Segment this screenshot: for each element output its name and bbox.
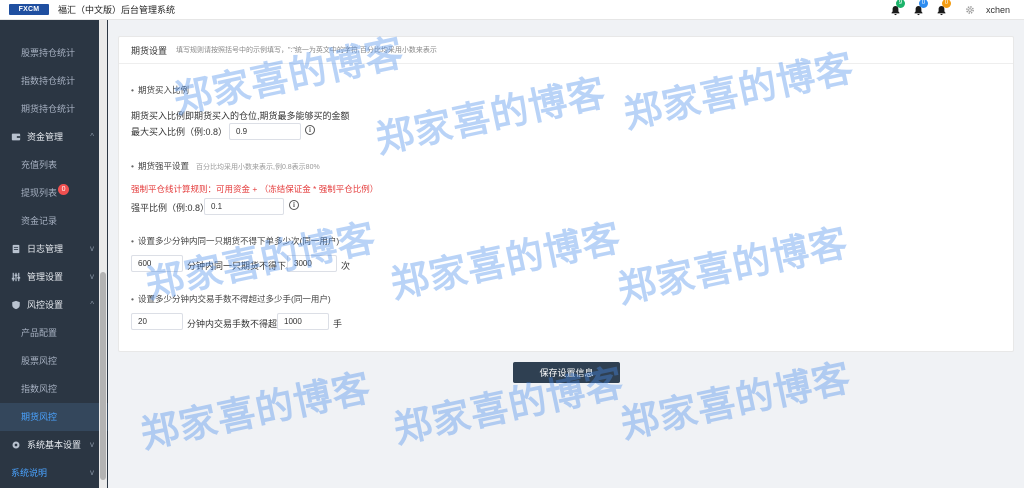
brand-logo: FXCM [9, 4, 49, 15]
sidebar-item-futures-positions[interactable]: 期货持仓统计 [0, 95, 108, 123]
order-limit-minutes-input[interactable] [131, 255, 183, 272]
sidebar-item-stock-risk[interactable]: 股票风控 [0, 347, 108, 375]
sidebar-item-label: 资金记录 [21, 216, 58, 226]
sidebar-item-label: 产品配置 [21, 328, 58, 338]
chevron-up-icon: ^ [90, 132, 94, 141]
notification-bell-2[interactable]: 0 [909, 0, 929, 20]
sidebar-item-label: 期货风控 [21, 412, 58, 422]
sidebar-scrollbar[interactable] [99, 20, 107, 488]
sidebar-group-label: 风控设置 [27, 300, 64, 310]
sidebar-item-label: 期货持仓统计 [21, 104, 76, 114]
sliders-icon [11, 272, 21, 282]
sidebar-scrollbar-thumb[interactable] [100, 272, 106, 480]
lot-limit-minutes-input[interactable] [131, 313, 183, 330]
sidebar-item-label: 指数持仓统计 [21, 76, 76, 86]
cog-icon [11, 440, 21, 450]
section-title: 期货买入比例 [137, 85, 189, 95]
section-buy-ratio: • 期货买入比例 [131, 85, 189, 95]
order-limit-count-input[interactable] [287, 255, 337, 272]
info-icon[interactable]: i [305, 125, 315, 135]
section-note: 百分比均采用小数来表示,例0.8表示80% [196, 164, 320, 171]
gear-icon [966, 6, 974, 14]
chevron-up-icon: ^ [90, 300, 94, 309]
chevron-down-icon: v [90, 468, 94, 477]
sidebar-item-label: 股票风控 [21, 356, 58, 366]
shield-icon [11, 300, 21, 310]
sidebar-group-system-settings[interactable]: 系统基本设置 v [0, 431, 108, 459]
notification-bell-1[interactable]: 9 [886, 0, 906, 20]
chevron-down-icon: v [90, 244, 94, 253]
chevron-down-icon: v [90, 272, 94, 281]
chevron-down-icon: v [90, 440, 94, 449]
notification-bell-3[interactable]: 0 [932, 0, 952, 20]
section-title: 设置多少分钟内同一只期货不得下单多少次(同一用户) [137, 236, 340, 246]
sidebar-item-deposits[interactable]: 充值列表 [0, 151, 108, 179]
sidebar-scroll-offset [0, 20, 108, 39]
section-force-close: • 期货强平设置 百分比均采用小数来表示,例0.8表示80% [131, 161, 320, 171]
info-icon[interactable]: i [289, 200, 299, 210]
sidebar-item-label: 充值列表 [21, 160, 58, 170]
buy-ratio-label: 最大买入比例（例:0.8） [131, 127, 228, 137]
sidebar-group-logs[interactable]: 日志管理 v [0, 235, 108, 263]
app-title: 福汇（中文版）后台管理系统 [58, 5, 176, 15]
buy-ratio-description: 期货买入比例即期货买入的仓位,期货最多能够买的金额 [131, 111, 350, 121]
sidebar: 股票持仓统计 指数持仓统计 期货持仓统计 资金管理 ^ 充值列表 提现列表 0 资… [0, 20, 108, 488]
section-title: 设置多少分钟内交易手数不得超过多少手(同一用户) [137, 294, 331, 304]
notification-badge: 9 [895, 0, 905, 8]
sidebar-item-product-config[interactable]: 产品配置 [0, 319, 108, 347]
section-order-limit: • 设置多少分钟内同一只期货不得下单多少次(同一用户) [131, 236, 340, 246]
log-icon [11, 244, 21, 254]
sidebar-item-label: 股票持仓统计 [21, 48, 76, 58]
sidebar-item-index-positions[interactable]: 指数持仓统计 [0, 67, 108, 95]
force-close-label: 强平比例（例:0.8） [131, 203, 210, 213]
sidebar-group-label: 资金管理 [27, 132, 64, 142]
force-close-input[interactable] [204, 198, 284, 215]
card-header: 期货设置 填写规则请按照括号中的示例填写，":"统一为英文中的字符,百分比均采用… [119, 37, 1013, 64]
section-title: 期货强平设置 [137, 161, 189, 171]
sidebar-item-label: 指数风控 [21, 384, 58, 394]
sidebar-group-risk-settings[interactable]: 风控设置 ^ [0, 291, 108, 319]
notification-badge: 0 [918, 0, 928, 8]
top-bar: FXCM 福汇（中文版）后台管理系统 9 0 0 xchen [0, 0, 1024, 20]
force-close-rule: 强制平仓线计算规则：可用资金 + （冻结保证金 * 强制平仓比例） [131, 184, 379, 194]
sidebar-item-system-info[interactable]: 系统说明 v [0, 459, 108, 487]
username[interactable]: xchen [986, 5, 1010, 15]
sidebar-group-label: 管理设置 [27, 272, 64, 282]
save-settings-button[interactable]: 保存设置信息 [513, 362, 620, 383]
section-lot-limit: • 设置多少分钟内交易手数不得超过多少手(同一用户) [131, 294, 331, 304]
sidebar-item-label: 提现列表 [21, 188, 58, 198]
lot-limit-unit: 手 [333, 319, 343, 329]
top-right-actions: 9 0 0 xchen [886, 0, 1024, 20]
order-limit-middle-text: 分钟内同一只期货不得下单 [187, 261, 296, 271]
sidebar-item-label: 系统说明 [11, 468, 48, 478]
card-description: 填写规则请按照括号中的示例填写，":"统一为英文中的字符,百分比均采用小数来表示 [176, 47, 437, 54]
sidebar-item-index-risk[interactable]: 指数风控 [0, 375, 108, 403]
card-title: 期货设置 [131, 45, 168, 56]
sidebar-group-funds[interactable]: 资金管理 ^ [0, 123, 108, 151]
notification-badge: 0 [941, 0, 951, 8]
sidebar-item-withdrawals[interactable]: 提现列表 0 [0, 179, 108, 207]
sidebar-item-fund-records[interactable]: 资金记录 [0, 207, 108, 235]
sidebar-item-futures-risk[interactable]: 期货风控 [0, 403, 108, 431]
settings-button[interactable] [962, 0, 978, 20]
sidebar-group-label: 系统基本设置 [27, 440, 82, 450]
wallet-icon [11, 132, 21, 142]
lot-limit-middle-text: 分钟内交易手数不得超过 [187, 319, 287, 329]
sidebar-group-label: 日志管理 [27, 244, 64, 254]
main-content: 期货设置 填写规则请按照括号中的示例填写，":"统一为英文中的字符,百分比均采用… [108, 20, 1024, 488]
futures-settings-card: 期货设置 填写规则请按照括号中的示例填写，":"统一为英文中的字符,百分比均采用… [118, 36, 1014, 352]
buy-ratio-input[interactable] [229, 123, 301, 140]
sidebar-group-admin-settings[interactable]: 管理设置 v [0, 263, 108, 291]
lot-limit-count-input[interactable] [277, 313, 329, 330]
order-limit-unit: 次 [341, 261, 351, 271]
sidebar-item-stock-positions[interactable]: 股票持仓统计 [0, 39, 108, 67]
withdrawals-badge: 0 [58, 184, 70, 195]
